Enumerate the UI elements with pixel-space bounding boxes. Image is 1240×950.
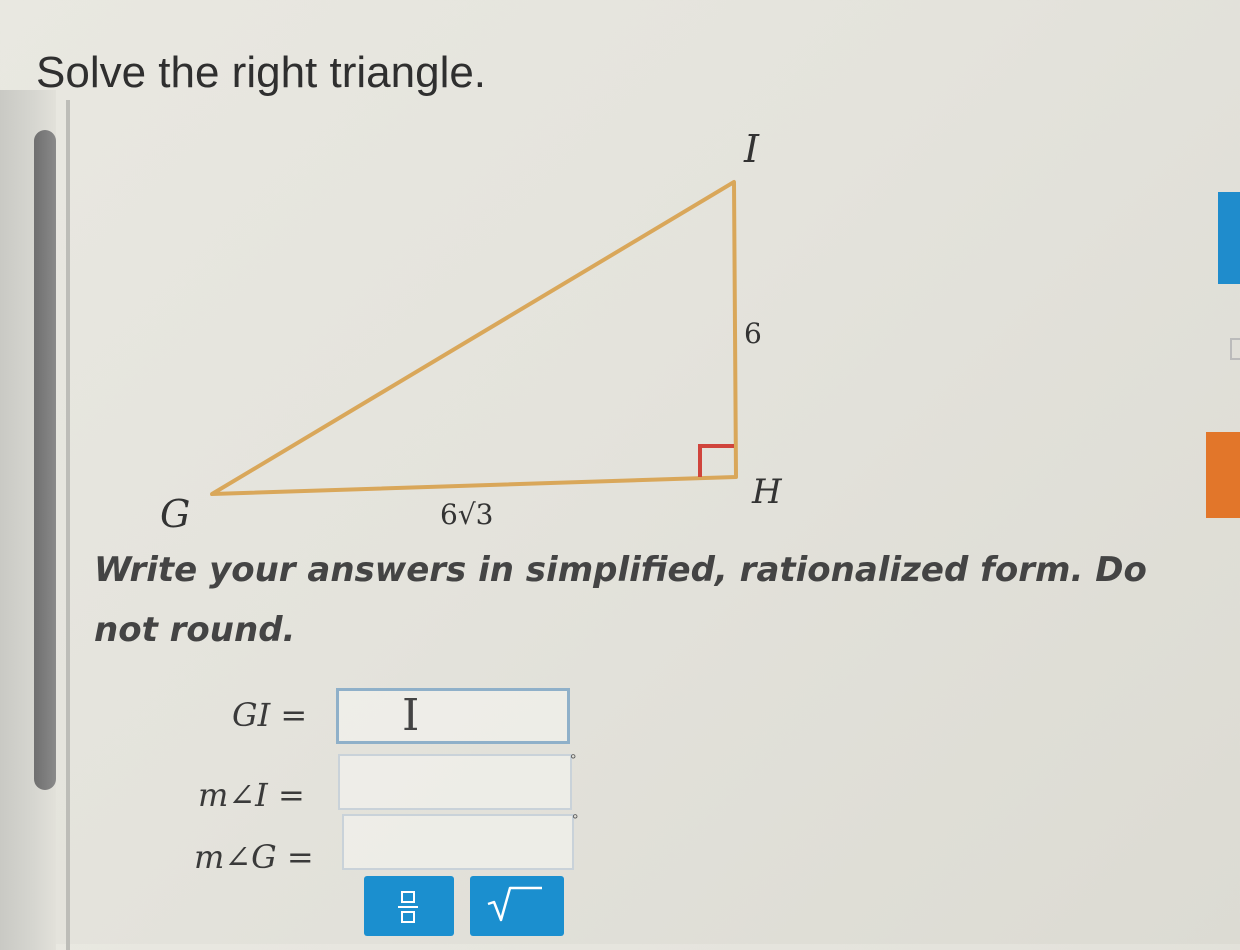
instructions-text: Write your answers in simplified, ration… (94, 550, 1147, 650)
answer-input-angle-g[interactable] (342, 814, 574, 870)
vertex-label-h: H (751, 472, 783, 512)
right-panel-blue-button[interactable] (1218, 192, 1240, 284)
text-cursor-icon: I (402, 690, 420, 741)
answer-label-angle-g: m∠G = (194, 838, 314, 876)
vertex-label-g: G (160, 492, 190, 536)
right-panel-badge (1206, 432, 1240, 518)
side-label-ih: 6 (744, 317, 762, 350)
answer-row-angle-i: m∠I = ° (0, 752, 620, 814)
answer-row-angle-g: m∠G = ° (0, 812, 620, 876)
degree-symbol: ° (572, 812, 579, 829)
answer-input-angle-i[interactable] (338, 754, 572, 810)
sqrt-icon (487, 886, 542, 922)
fraction-button[interactable] (364, 876, 454, 936)
triangle-outline (210, 180, 738, 496)
degree-symbol: ° (570, 752, 577, 769)
sqrt-button[interactable] (470, 876, 564, 936)
right-angle-mark (698, 444, 734, 477)
answer-label-angle-i: m∠I = (198, 776, 305, 814)
right-panel-marker (1230, 338, 1240, 360)
triangle-figure: I G H 6 6√3 (160, 127, 783, 536)
vertex-label-i: I (743, 127, 760, 171)
fraction-icon (398, 891, 418, 923)
side-label-gh: 6√3 (440, 498, 493, 531)
answer-label-gi: GI = (232, 696, 308, 734)
answer-row-gi: GI = I (0, 686, 620, 744)
answer-input-gi[interactable] (336, 688, 570, 744)
